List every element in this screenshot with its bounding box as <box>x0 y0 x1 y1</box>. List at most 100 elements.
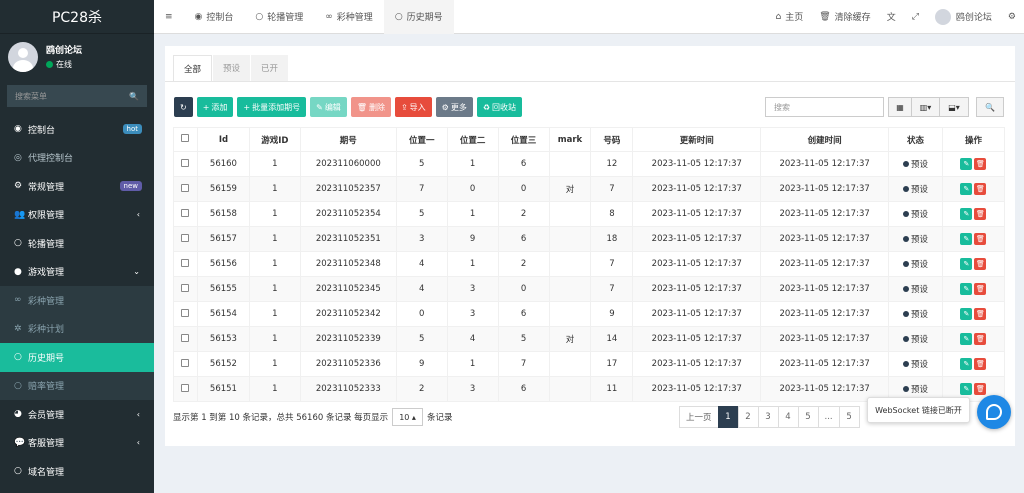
row-edit-button[interactable]: ✎ <box>960 158 973 170</box>
table-row[interactable]: 56160 1 202311060000 5 1 6 12 2023-11-05 12:17:… <box>173 151 1006 177</box>
row-delete-button[interactable]: 🗑 <box>974 183 987 195</box>
table-row[interactable]: 56156 1 202311052348 4 1 2 7 2023-11-05 12:17:3… <box>173 251 1006 277</box>
row-checkbox[interactable] <box>173 201 198 227</box>
row-edit-button[interactable]: ✎ <box>960 258 973 270</box>
import-button[interactable]: ⇪ 导入 <box>394 97 432 117</box>
tab-history[interactable]: ○ 历史期号 <box>383 0 454 34</box>
sidebar-search-input[interactable]: 搜索菜单 🔍 <box>7 85 147 107</box>
page-2[interactable]: 2 <box>737 406 759 428</box>
page-4[interactable]: 4 <box>777 406 799 428</box>
page-5[interactable]: 5 <box>797 406 819 428</box>
page-size-select[interactable]: 10 ▴ <box>392 408 423 426</box>
row-edit-button[interactable]: ✎ <box>960 208 973 220</box>
row-delete-button[interactable]: 🗑 <box>974 333 987 345</box>
row-edit-button[interactable]: ✎ <box>960 233 973 245</box>
row-delete-button[interactable]: 🗑 <box>974 358 987 370</box>
col-pos2[interactable]: 位置二 <box>446 127 499 152</box>
export-button[interactable]: ⬓▾ <box>939 97 969 117</box>
tab-lottery-types[interactable]: ∞ 彩种管理 <box>314 0 384 34</box>
settings-button[interactable]: ⚙ <box>1000 0 1024 34</box>
translate-button[interactable]: 文 <box>879 0 904 34</box>
search-toggle-button[interactable]: 🔍 <box>976 97 1004 117</box>
row-edit-button[interactable]: ✎ <box>960 333 973 345</box>
clear-cache-button[interactable]: 🗑 清除缓存 <box>811 0 878 34</box>
sidebar-toggle-button[interactable]: ≡ <box>154 0 184 34</box>
sidebar-item-carousel[interactable]: ○ 轮播管理 <box>0 229 154 258</box>
tab-preset[interactable]: 预设 <box>213 55 251 81</box>
fullscreen-button[interactable]: ⤢ <box>904 0 927 34</box>
col-pos1[interactable]: 位置一 <box>395 127 448 152</box>
page-last[interactable]: 5 <box>838 406 860 428</box>
tab-dashboard[interactable]: ◉ 控制台 <box>184 0 245 34</box>
table-row[interactable]: 56155 1 202311052345 4 3 0 7 2023-11-05 12:17:3… <box>173 276 1006 302</box>
add-button[interactable]: + 添加 <box>196 97 234 117</box>
row-checkbox[interactable] <box>173 376 198 402</box>
row-delete-button[interactable]: 🗑 <box>974 233 987 245</box>
row-delete-button[interactable]: 🗑 <box>974 208 987 220</box>
sidebar-item-odds[interactable]: ○ 赔率管理 <box>0 371 154 400</box>
sidebar-item-history[interactable]: ○ 历史期号 <box>0 343 154 372</box>
sidebar-item-dashboard[interactable]: ◉ 控制台 hot <box>0 115 154 144</box>
sidebar-item-game[interactable]: ● 游戏管理 ⌄ <box>0 258 154 287</box>
sidebar-item-lottery-plan[interactable]: ✲ 彩种计划 <box>0 314 154 343</box>
search-icon[interactable]: 🔍 <box>129 92 139 101</box>
tab-all[interactable]: 全部 <box>173 55 213 81</box>
col-number[interactable]: 号码 <box>590 127 634 152</box>
row-checkbox[interactable] <box>173 301 198 327</box>
prev-page-button[interactable]: 上一页 <box>679 406 719 428</box>
tab-carousel[interactable]: ○ 轮播管理 <box>244 0 314 34</box>
home-link[interactable]: ⌂ 主页 <box>768 0 812 34</box>
row-edit-button[interactable]: ✎ <box>960 183 973 195</box>
row-delete-button[interactable]: 🗑 <box>974 283 987 295</box>
row-edit-button[interactable]: ✎ <box>960 358 973 370</box>
row-delete-button[interactable]: 🗑 <box>974 383 987 395</box>
chat-button[interactable] <box>977 395 1011 429</box>
row-checkbox[interactable] <box>173 251 198 277</box>
select-all-checkbox[interactable] <box>173 127 198 152</box>
col-updated[interactable]: 更新时间 <box>632 127 762 152</box>
table-row[interactable]: 56153 1 202311052339 5 4 5 对 14 2023-11-05 12:17… <box>173 326 1006 352</box>
col-pos3[interactable]: 位置三 <box>497 127 550 152</box>
row-edit-button[interactable]: ✎ <box>960 283 973 295</box>
columns-button[interactable]: ▥▾ <box>911 97 940 117</box>
delete-button[interactable]: 🗑 删除 <box>350 97 391 117</box>
col-id[interactable]: Id <box>196 127 250 152</box>
row-checkbox[interactable] <box>173 276 198 302</box>
row-checkbox[interactable] <box>173 226 198 252</box>
recycle-bin-button[interactable]: ♻ 回收站 <box>476 97 523 117</box>
sidebar-item-support[interactable]: 💬 客服管理 ‹ <box>0 429 154 458</box>
more-button[interactable]: ⚙ 更多 <box>435 97 473 117</box>
page-3[interactable]: 3 <box>757 406 779 428</box>
table-search-input[interactable]: 搜索 <box>765 97 884 117</box>
toggle-view-button[interactable]: ▦ <box>888 97 912 117</box>
edit-button[interactable]: ✎ 编辑 <box>310 97 347 117</box>
table-row[interactable]: 56152 1 202311052336 9 1 7 17 2023-11-05 12:17:… <box>173 351 1006 377</box>
col-mark[interactable]: mark <box>548 127 592 152</box>
sidebar-item-lottery-types[interactable]: ∞ 彩种管理 <box>0 286 154 315</box>
table-row[interactable]: 56158 1 202311052354 5 1 2 8 2023-11-05 12:17:3… <box>173 201 1006 227</box>
sidebar-item-members[interactable]: ◕ 会员管理 ‹ <box>0 400 154 429</box>
page-1[interactable]: 1 <box>717 406 739 428</box>
row-checkbox[interactable] <box>173 351 198 377</box>
app-logo[interactable]: PC28杀 <box>0 0 154 34</box>
col-status[interactable]: 状态 <box>888 127 943 152</box>
table-row[interactable]: 56159 1 202311052357 7 0 0 对 7 2023-11-05 12:17:… <box>173 176 1006 202</box>
col-game-id[interactable]: 游戏ID <box>248 127 301 152</box>
batch-add-button[interactable]: + 批量添加期号 <box>237 97 307 117</box>
row-delete-button[interactable]: 🗑 <box>974 258 987 270</box>
tab-opened[interactable]: 已开 <box>251 55 289 81</box>
sidebar-item-agent-dashboard[interactable]: ◎ 代理控制台 <box>0 144 154 173</box>
sidebar-item-permissions[interactable]: 👥 权限管理 ‹ <box>0 201 154 230</box>
refresh-button[interactable]: ↻ <box>174 97 193 117</box>
col-created[interactable]: 创建时间 <box>760 127 890 152</box>
user-menu[interactable]: 鸥创论坛 <box>927 0 1000 34</box>
sidebar-item-domains[interactable]: ○ 域名管理 <box>0 457 154 486</box>
row-checkbox[interactable] <box>173 326 198 352</box>
row-delete-button[interactable]: 🗑 <box>974 308 987 320</box>
table-row[interactable]: 56154 1 202311052342 0 3 6 9 2023-11-05 12:17:3… <box>173 301 1006 327</box>
row-edit-button[interactable]: ✎ <box>960 383 973 395</box>
row-delete-button[interactable]: 🗑 <box>974 158 987 170</box>
table-row[interactable]: 56157 1 202311052351 3 9 6 18 2023-11-05 12:17:… <box>173 226 1006 252</box>
row-checkbox[interactable] <box>173 151 198 177</box>
col-period[interactable]: 期号 <box>299 127 397 152</box>
